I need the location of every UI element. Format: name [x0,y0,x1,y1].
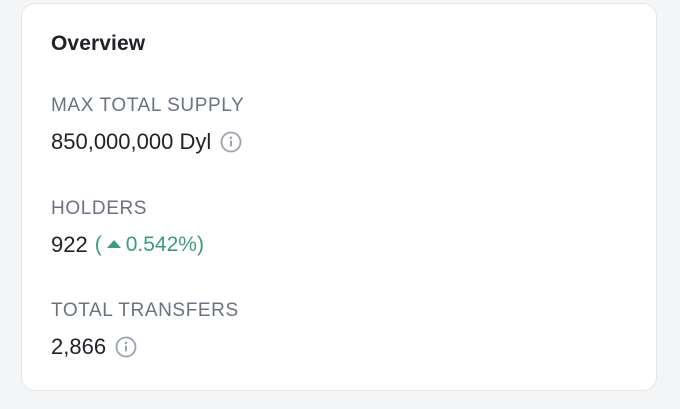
holders-change-value: 0.542%) [125,233,204,256]
holders-label: HOLDERS [51,198,148,219]
holders-value: 922 [51,232,88,257]
change-open-paren: ( [94,233,102,256]
max-total-supply-stat: MAX TOTAL SUPPLY 850,000,000 Dyl [51,95,244,155]
max-total-supply-row: 850,000,000 Dyl [51,129,244,155]
info-icon[interactable] [220,131,242,153]
info-icon[interactable] [115,336,137,358]
max-total-supply-value: 850,000,000 Dyl [51,129,212,154]
holders-change: ( 0.542%) [95,232,204,258]
overview-card: Overview MAX TOTAL SUPPLY 850,000,000 Dy… [21,3,657,391]
card-title: Overview [51,32,146,55]
total-transfers-row: 2,866 [51,334,239,360]
total-transfers-label: TOTAL TRANSFERS [51,300,239,321]
total-transfers-value: 2,866 [51,334,107,359]
holders-stat: HOLDERS 922 ( 0.542%) [51,198,204,258]
holders-row: 922 ( 0.542%) [51,232,204,258]
triangle-up-icon [106,239,121,248]
max-total-supply-label: MAX TOTAL SUPPLY [51,95,245,116]
total-transfers-stat: TOTAL TRANSFERS 2,866 [51,300,239,360]
